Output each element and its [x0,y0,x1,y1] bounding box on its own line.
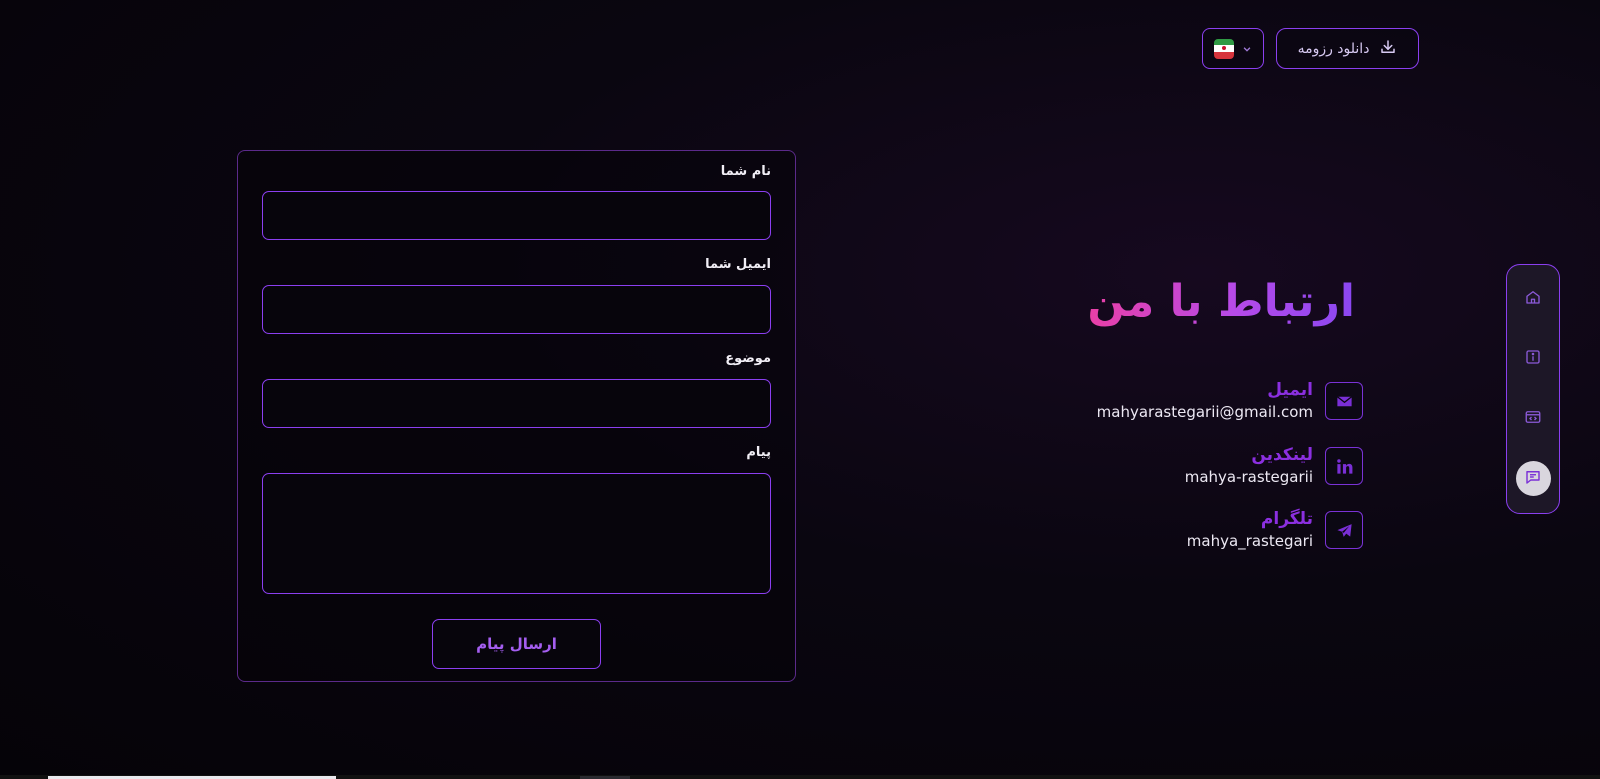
send-message-button[interactable]: ارسال پیام [432,619,601,669]
side-nav [1506,264,1560,514]
nav-contact-button[interactable] [1515,461,1551,496]
linkedin-label: لینکدین [1251,445,1313,465]
download-resume-button[interactable]: دانلود رزومه [1276,28,1419,69]
contact-telegram-item[interactable]: تلگرام mahya_rastegari [1186,509,1363,550]
contact-title: ارتباط با من [1087,276,1355,327]
contact-email-item[interactable]: ایمیل mahyarastegarii@gmail.com [1096,380,1363,421]
language-selector[interactable] [1202,28,1264,69]
name-field-label: نام شما [720,164,771,179]
name-field[interactable] [262,191,771,240]
linkedin-icon [1325,447,1363,485]
contact-form: نام شما ایمیل شما موضوع پیام ارسال پیام [237,150,796,682]
contact-linkedin-item[interactable]: لینکدین mahya-rastegarii [1184,445,1363,486]
linkedin-value: mahya-rastegarii [1184,468,1313,486]
info-icon [1524,348,1542,370]
download-icon [1379,38,1397,60]
iran-flag-icon [1214,38,1234,59]
nav-projects-button[interactable] [1516,401,1551,436]
message-field[interactable] [262,473,771,594]
subject-field[interactable] [262,379,771,428]
subject-field-label: موضوع [725,351,771,366]
download-resume-label: دانلود رزومه [1297,40,1370,57]
email-label: ایمیل [1267,380,1313,400]
email-value: mahyarastegarii@gmail.com [1096,403,1313,421]
telegram-icon [1325,511,1363,549]
nav-home-button[interactable] [1516,281,1551,316]
mail-icon [1325,382,1363,420]
chat-icon [1524,468,1542,490]
message-field-label: پیام [746,445,771,460]
email-field[interactable] [262,285,771,334]
telegram-label: تلگرام [1260,509,1313,529]
telegram-value: mahya_rastegari [1186,532,1313,550]
home-icon [1524,288,1542,310]
code-window-icon [1524,408,1542,430]
chevron-down-icon [1242,39,1252,58]
nav-about-button[interactable] [1516,341,1551,376]
email-field-label: ایمیل شما [705,257,771,272]
